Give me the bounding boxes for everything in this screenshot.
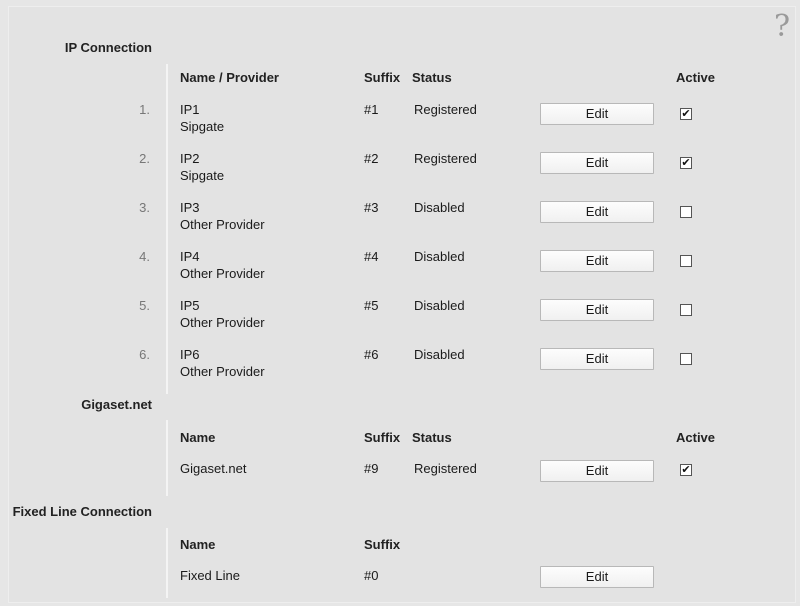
section-divider — [166, 528, 168, 598]
connection-suffix: #3 — [364, 200, 379, 215]
header-name-provider: Name / Provider — [180, 70, 279, 85]
header-suffix: Suffix — [364, 537, 401, 552]
gigaset-status: Registered — [414, 461, 477, 476]
connection-suffix: #4 — [364, 249, 379, 264]
connection-suffix: #2 — [364, 151, 379, 166]
section-title-ip-connection: IP Connection — [64, 40, 152, 55]
connection-suffix: #5 — [364, 298, 379, 313]
connection-status: Disabled — [414, 200, 465, 215]
section-divider — [166, 64, 168, 394]
header-suffix: Suffix — [364, 70, 401, 85]
connection-suffix: #1 — [364, 102, 379, 117]
fixed-line-name: Fixed Line — [180, 568, 240, 583]
connection-name: IP5 — [180, 298, 200, 313]
active-checkbox[interactable] — [680, 304, 692, 316]
gigaset-name: Gigaset.net — [180, 461, 247, 476]
row-index: 5. — [139, 298, 150, 313]
edit-button[interactable]: Edit — [540, 250, 654, 272]
connection-status: Registered — [414, 102, 477, 117]
connection-name: IP1 — [180, 102, 200, 117]
section-divider — [166, 420, 168, 496]
header-suffix: Suffix — [364, 430, 401, 445]
edit-button[interactable]: Edit — [540, 348, 654, 370]
row-index: 1. — [139, 102, 150, 117]
active-checkbox[interactable]: ✔ — [680, 108, 692, 120]
help-question-icon[interactable]: ? — [770, 10, 794, 44]
connection-status: Disabled — [414, 249, 465, 264]
connection-name: IP2 — [180, 151, 200, 166]
connection-name-cell: IP1 Sipgate — [180, 102, 224, 134]
provider-name: Other Provider — [180, 217, 265, 232]
header-status: Status — [412, 70, 452, 85]
edit-button[interactable]: Edit — [540, 103, 654, 125]
connection-status: Disabled — [414, 298, 465, 313]
fixed-line-edit-button[interactable]: Edit — [540, 566, 654, 588]
gigaset-edit-button[interactable]: Edit — [540, 460, 654, 482]
row-index: 6. — [139, 347, 150, 362]
header-active: Active — [676, 430, 716, 445]
header-active: Active — [676, 70, 716, 85]
section-title-fixed-line: Fixed Line Connection — [12, 504, 152, 519]
active-checkbox[interactable] — [680, 255, 692, 267]
gigaset-suffix: #9 — [364, 461, 379, 476]
connection-name-cell: IP2 Sipgate — [180, 151, 224, 183]
connection-name-cell: IP3 Other Provider — [180, 200, 265, 232]
connection-name-cell: IP5 Other Provider — [180, 298, 265, 330]
active-checkbox[interactable]: ✔ — [680, 157, 692, 169]
connection-name-cell: IP6 Other Provider — [180, 347, 265, 379]
provider-name: Other Provider — [180, 315, 265, 330]
row-index: 4. — [139, 249, 150, 264]
connection-status: Registered — [414, 151, 477, 166]
row-index: 2. — [139, 151, 150, 166]
provider-name: Sipgate — [180, 168, 225, 183]
row-index: 3. — [139, 200, 150, 215]
provider-name: Other Provider — [180, 266, 265, 281]
connection-suffix: #6 — [364, 347, 379, 362]
edit-button[interactable]: Edit — [540, 201, 654, 223]
header-name: Name — [180, 430, 216, 445]
edit-button[interactable]: Edit — [540, 152, 654, 174]
active-checkbox[interactable] — [680, 206, 692, 218]
gigaset-active-checkbox[interactable]: ✔ — [680, 464, 692, 476]
active-checkbox[interactable] — [680, 353, 692, 365]
provider-name: Other Provider — [180, 364, 265, 379]
connection-name-cell: IP4 Other Provider — [180, 249, 265, 281]
edit-button[interactable]: Edit — [540, 299, 654, 321]
header-status: Status — [412, 430, 452, 445]
header-name: Name — [180, 537, 216, 552]
provider-name: Sipgate — [180, 119, 225, 134]
connection-name: IP3 — [180, 200, 200, 215]
section-title-gigaset: Gigaset.net — [81, 397, 152, 412]
connection-name: IP4 — [180, 249, 200, 264]
connection-name: IP6 — [180, 347, 200, 362]
fixed-line-suffix: #0 — [364, 568, 379, 583]
connection-status: Disabled — [414, 347, 465, 362]
